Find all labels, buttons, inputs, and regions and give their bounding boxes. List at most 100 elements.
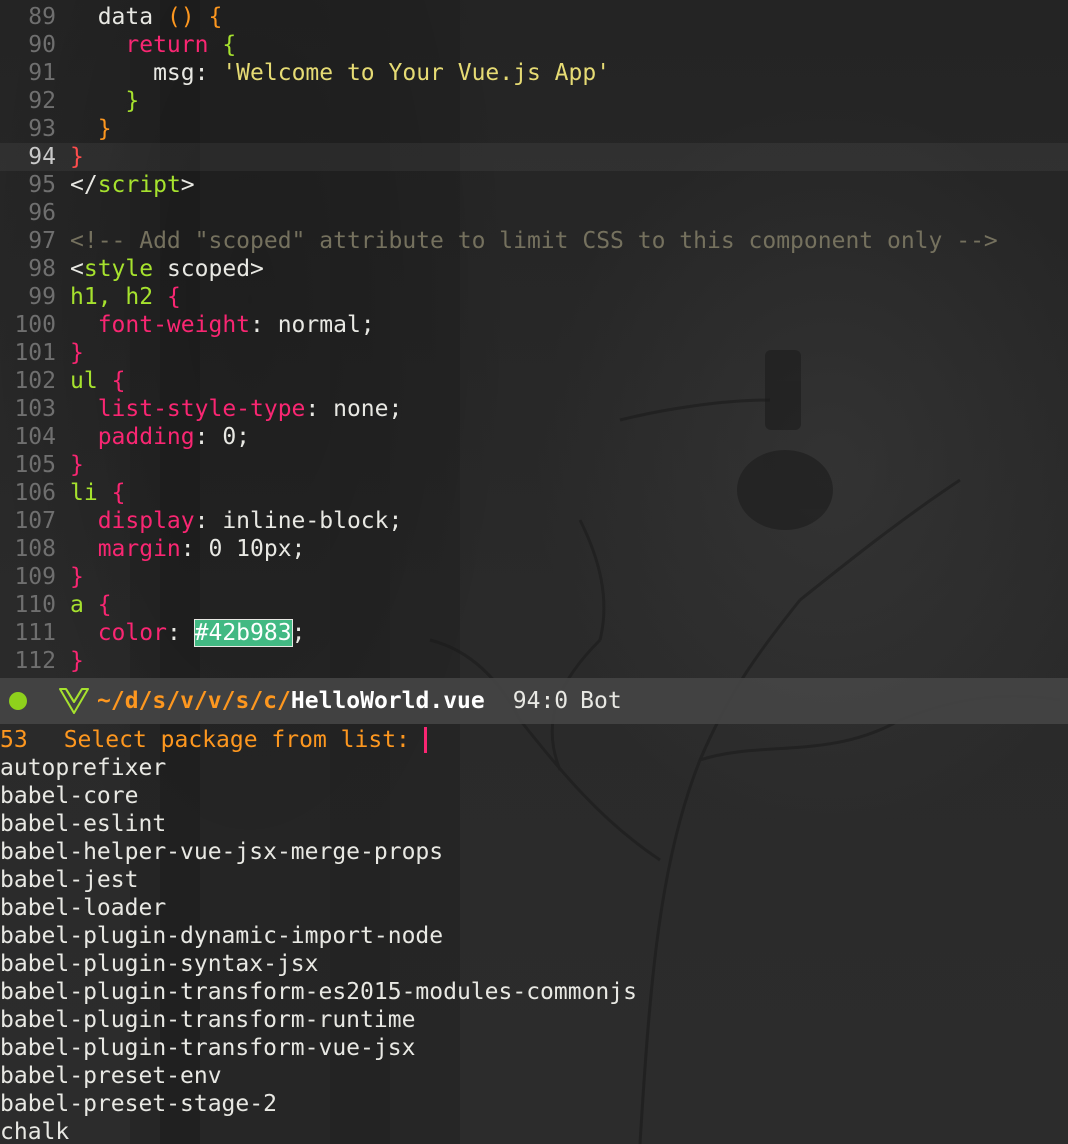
code-token: : normal; bbox=[250, 312, 375, 338]
code-token: } bbox=[70, 88, 140, 114]
prompt-line[interactable]: 53 Select package from list: bbox=[0, 726, 1068, 754]
prompt-label: Select package from list: bbox=[63, 727, 410, 753]
vue-logo-icon bbox=[59, 688, 89, 714]
line-number: 101 bbox=[14, 340, 56, 366]
line-number: 102 bbox=[14, 368, 56, 394]
file-name: HelloWorld.vue bbox=[290, 688, 485, 714]
line-code: } bbox=[56, 339, 84, 367]
line-number: 90 bbox=[28, 32, 56, 58]
code-line[interactable]: 91 msg: 'Welcome to Your Vue.js App' bbox=[0, 59, 1068, 87]
line-number: 91 bbox=[28, 60, 56, 86]
color-swatch-token: #42b983 bbox=[193, 619, 293, 647]
line-code: <style scoped> bbox=[56, 255, 264, 283]
candidate-item[interactable]: babel-helper-vue-jsx-merge-props bbox=[0, 838, 1068, 866]
candidate-item[interactable]: babel-plugin-dynamic-import-node bbox=[0, 922, 1068, 950]
code-line[interactable]: 104 padding: 0; bbox=[0, 423, 1068, 451]
line-number: 97 bbox=[28, 228, 56, 254]
code-token: color bbox=[70, 620, 167, 646]
code-token: style bbox=[83, 256, 154, 282]
candidate-item[interactable]: babel-jest bbox=[0, 866, 1068, 894]
code-token: script bbox=[97, 172, 181, 198]
line-code: } bbox=[56, 451, 84, 479]
code-line[interactable]: 95 </script> bbox=[0, 171, 1068, 199]
code-line[interactable]: 110 a { bbox=[0, 591, 1068, 619]
candidate-item[interactable]: babel-plugin-transform-es2015-modules-co… bbox=[0, 978, 1068, 1006]
line-code: data () { bbox=[56, 3, 223, 31]
code-line[interactable]: 102 ul { bbox=[0, 367, 1068, 395]
line-number: 92 bbox=[28, 88, 56, 114]
line-code: margin: 0 10px; bbox=[56, 535, 306, 563]
code-token: 'Welcome to Your Vue.js App' bbox=[222, 60, 611, 86]
code-token: < bbox=[70, 256, 84, 282]
code-token: : bbox=[166, 620, 195, 646]
minibuffer[interactable]: 53 Select package from list: autoprefixe… bbox=[0, 726, 1068, 1144]
code-token: } bbox=[70, 144, 84, 170]
code-line[interactable]: 93 } bbox=[0, 115, 1068, 143]
line-number: 108 bbox=[14, 536, 56, 562]
candidate-item[interactable]: babel-preset-stage-2 bbox=[0, 1090, 1068, 1118]
line-number: 109 bbox=[14, 564, 56, 590]
code-line[interactable]: 106 li { bbox=[0, 479, 1068, 507]
code-line[interactable]: 100 font-weight: normal; bbox=[0, 311, 1068, 339]
code-token: : inline-block; bbox=[194, 508, 403, 534]
candidate-item[interactable]: autoprefixer bbox=[0, 754, 1068, 782]
code-token: font-weight bbox=[70, 312, 251, 338]
code-token: { bbox=[111, 368, 126, 394]
line-code: font-weight: normal; bbox=[56, 311, 375, 339]
file-path: ~/d/s/v/v/s/c/ bbox=[97, 688, 291, 714]
line-number: 104 bbox=[14, 424, 56, 450]
line-code: } bbox=[56, 115, 112, 143]
text-cursor[interactable] bbox=[423, 727, 427, 753]
code-token: ; bbox=[291, 620, 306, 646]
candidate-item[interactable]: babel-preset-env bbox=[0, 1062, 1068, 1090]
line-code: <!-- Add "scoped" attribute to limit CSS… bbox=[56, 227, 998, 255]
code-line[interactable]: 96 bbox=[0, 199, 1068, 227]
code-line[interactable]: 105} bbox=[0, 451, 1068, 479]
line-number: 95 bbox=[28, 172, 56, 198]
candidate-item[interactable]: babel-plugin-syntax-jsx bbox=[0, 950, 1068, 978]
code-token: } bbox=[70, 564, 84, 590]
code-line[interactable]: 90 return { bbox=[0, 31, 1068, 59]
candidate-item[interactable]: babel-eslint bbox=[0, 810, 1068, 838]
code-line-current[interactable]: 94} bbox=[0, 143, 1068, 171]
code-line[interactable]: 98 <style scoped> bbox=[0, 255, 1068, 283]
code-editor[interactable]: 89 data () {90 return {91 msg: 'Welcome … bbox=[0, 3, 1068, 675]
code-line[interactable]: 89 data () { bbox=[0, 3, 1068, 31]
code-line[interactable]: 111 color: #42b983; bbox=[0, 619, 1068, 647]
code-token: { bbox=[208, 4, 223, 30]
line-code: h1, h2 { bbox=[56, 283, 181, 311]
code-token: padding bbox=[70, 424, 195, 450]
candidate-list: autoprefixer babel-core babel-eslint babel-… bbox=[0, 754, 1068, 1144]
line-number: 100 bbox=[14, 312, 56, 338]
code-line[interactable]: 103 list-style-type: none; bbox=[0, 395, 1068, 423]
code-token: h1, h2 bbox=[70, 284, 154, 310]
code-token: { bbox=[166, 284, 181, 310]
code-token: display bbox=[70, 508, 195, 534]
line-number: 106 bbox=[14, 480, 56, 506]
code-line[interactable]: 107 display: inline-block; bbox=[0, 507, 1068, 535]
line-number: 107 bbox=[14, 508, 56, 534]
code-token: : 0 10px; bbox=[180, 536, 306, 562]
code-token: a bbox=[70, 592, 84, 618]
code-line[interactable]: 92 } bbox=[0, 87, 1068, 115]
code-token: > bbox=[180, 172, 195, 198]
candidate-item[interactable]: babel-plugin-transform-runtime bbox=[0, 1006, 1068, 1034]
candidate-item[interactable]: babel-loader bbox=[0, 894, 1068, 922]
code-line[interactable]: 101} bbox=[0, 339, 1068, 367]
line-number: 110 bbox=[14, 592, 56, 618]
candidate-item[interactable]: babel-core bbox=[0, 782, 1068, 810]
candidate-item[interactable]: chalk bbox=[0, 1118, 1068, 1144]
line-number: 111 bbox=[14, 620, 56, 646]
code-line[interactable]: 109} bbox=[0, 563, 1068, 591]
code-line[interactable]: 99 h1, h2 { bbox=[0, 283, 1068, 311]
line-code: padding: 0; bbox=[56, 423, 250, 451]
code-line[interactable]: 97 <!-- Add "scoped" attribute to limit C… bbox=[0, 227, 1068, 255]
line-code: display: inline-block; bbox=[56, 507, 403, 535]
code-line[interactable]: 112} bbox=[0, 647, 1068, 675]
code-token: } bbox=[70, 648, 84, 674]
candidate-item[interactable]: babel-plugin-transform-vue-jsx bbox=[0, 1034, 1068, 1062]
code-token: () bbox=[166, 4, 195, 30]
code-line[interactable]: 108 margin: 0 10px; bbox=[0, 535, 1068, 563]
mode-line: ~/d/s/v/v/s/c/HelloWorld.vue 94:0 Bot bbox=[0, 678, 1068, 724]
